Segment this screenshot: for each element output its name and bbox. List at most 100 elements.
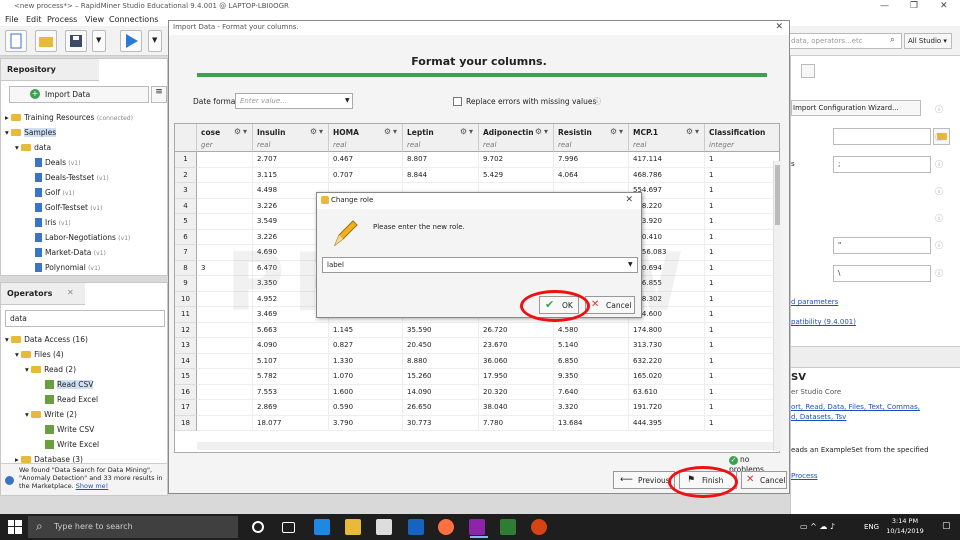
column-header-mcp1[interactable]: MCP.1 real ⚙▾ [629, 124, 705, 152]
tree-item-write[interactable]: ▾ Write (2) [25, 410, 77, 419]
operators-tab[interactable]: Operators ✕ [1, 283, 85, 305]
edge-icon[interactable] [314, 519, 330, 535]
info-icon[interactable]: ⓘ [935, 104, 943, 115]
maximize-button[interactable]: ❐ [910, 1, 918, 11]
column-header-glucose[interactable]: cose ger ⚙▾ [197, 124, 253, 152]
advanced-parameters-link[interactable]: d parameters [791, 298, 838, 306]
close-icon[interactable]: ✕ [775, 22, 783, 32]
tree-item-deals-testset[interactable]: Deals-Testset (v1) [35, 173, 109, 182]
help-tags[interactable]: ort, Read, Data, Files, Text, Commas, d,… [791, 402, 921, 422]
repository-menu-icon[interactable]: ≡ [151, 86, 167, 103]
store-icon[interactable] [376, 519, 392, 535]
task-view-icon[interactable] [282, 522, 295, 533]
escape-character-field[interactable]: \ [833, 265, 931, 282]
date-format-input[interactable]: Enter value... [235, 93, 353, 109]
info-icon[interactable]: ⓘ [935, 159, 943, 170]
info-icon[interactable]: ⓘ [593, 96, 601, 107]
open-button[interactable] [35, 30, 57, 52]
cortana-icon[interactable] [252, 521, 264, 533]
panel-tab-handle[interactable] [801, 64, 815, 78]
tree-item-iris[interactable]: Iris (v1) [35, 218, 71, 227]
menu-view[interactable]: View [85, 15, 104, 24]
chevron-down-icon[interactable]: ▼ [628, 261, 633, 268]
all-studio-dropdown[interactable]: All Studio ▾ [904, 33, 952, 49]
column-menu-icons[interactable]: ⚙▾ [535, 127, 550, 136]
tree-item-read-excel[interactable]: Read Excel [45, 395, 98, 404]
info-icon[interactable]: ⓘ [935, 186, 943, 197]
vertical-scrollbar[interactable] [773, 161, 781, 451]
tree-item-write-excel[interactable]: Write Excel [45, 440, 99, 449]
notification-icon[interactable]: ▢ [942, 521, 951, 531]
replace-errors-checkbox[interactable] [453, 97, 462, 106]
windows-start-icon[interactable] [8, 520, 22, 534]
save-button[interactable] [65, 30, 87, 52]
column-menu-icons[interactable]: ⚙▾ [234, 127, 249, 136]
tree-item-samples[interactable]: ▾ Samples [5, 128, 57, 137]
taskbar-clock[interactable]: 3:14 PM 10/14/2019 [880, 516, 930, 536]
run-dropdown[interactable]: ▼ [148, 30, 162, 52]
column-menu-icons[interactable]: ⚙▾ [686, 127, 701, 136]
save-dropdown[interactable]: ▼ [92, 30, 106, 52]
menu-file[interactable]: File [5, 15, 18, 24]
csv-file-field[interactable] [833, 128, 931, 145]
tree-item-market-data[interactable]: Market-Data (v1) [35, 248, 106, 257]
close-icon[interactable]: ✕ [625, 195, 633, 205]
role-input[interactable]: label [322, 257, 638, 273]
tree-item-polynomial[interactable]: Polynomial (v1) [35, 263, 100, 272]
show-me-link[interactable]: Show me! [76, 482, 109, 490]
column-header-homa[interactable]: HOMA real ⚙▾ [329, 124, 403, 152]
taskbar-search-input[interactable]: Type here to search [28, 516, 238, 538]
tree-item-labor-negotiations[interactable]: Labor-Negotiations (v1) [35, 233, 130, 242]
column-menu-icons[interactable]: ⚙▾ [310, 127, 325, 136]
cancel-button[interactable]: ✕ Cancel [741, 471, 787, 489]
cancel-role-button[interactable]: ✕ Cancel [585, 296, 635, 314]
tree-item-files[interactable]: ▾ Files (4) [15, 350, 64, 359]
search-icon[interactable]: ⌕ [890, 35, 895, 45]
close-icon[interactable]: ✕ [67, 288, 74, 297]
menu-connections[interactable]: Connections [109, 15, 158, 24]
column-menu-icons[interactable]: ⚙▾ [384, 127, 399, 136]
import-configuration-wizard-button[interactable]: Import Configuration Wizard... [791, 100, 921, 116]
powerpoint-icon[interactable] [531, 519, 547, 535]
import-data-button[interactable]: + Import Data [9, 86, 149, 103]
column-header-insulin[interactable]: Insulin real ⚙▾ [253, 124, 329, 152]
tree-item-golf[interactable]: Golf (v1) [35, 188, 75, 197]
column-header-adiponectin[interactable]: Adiponectin real ⚙▾ [479, 124, 554, 152]
tree-item-golf-testset[interactable]: Golf-Testset (v1) [35, 203, 102, 212]
quote-character-field[interactable]: " [833, 237, 931, 254]
run-button[interactable] [120, 30, 142, 52]
column-separators-field[interactable]: ; [833, 156, 931, 173]
minimize-button[interactable]: — [880, 1, 889, 11]
info-icon[interactable]: ⓘ [935, 240, 943, 251]
column-header-classification[interactable]: Classification integer [705, 124, 779, 152]
chevron-down-icon[interactable]: ▼ [345, 97, 350, 104]
menu-process[interactable]: Process [47, 15, 77, 24]
info-icon[interactable]: ⓘ [935, 132, 943, 143]
firefox-icon[interactable] [438, 519, 454, 535]
tree-item-deals[interactable]: Deals (v1) [35, 158, 80, 167]
app-icon[interactable] [469, 519, 485, 535]
mail-icon[interactable] [408, 519, 424, 535]
info-icon[interactable]: ⓘ [935, 213, 943, 224]
tree-item-data[interactable]: ▾ data [15, 143, 51, 152]
tree-item-training-resources[interactable]: ▸ Training Resources (connected) [5, 113, 133, 122]
new-process-button[interactable] [5, 30, 27, 52]
jump-to-process-link[interactable]: Process [791, 472, 818, 480]
compatibility-link[interactable]: patibility (9.4.001) [791, 318, 856, 326]
column-header-resistin[interactable]: Resistin real ⚙▾ [554, 124, 629, 152]
column-menu-icons[interactable]: ⚙▾ [610, 127, 625, 136]
column-header-leptin[interactable]: Leptin real ⚙▾ [403, 124, 479, 152]
repository-tab[interactable]: Repository [1, 59, 99, 81]
excel-icon[interactable] [500, 519, 516, 535]
tree-item-read-csv[interactable]: Read CSV [45, 380, 94, 389]
file-explorer-icon[interactable] [345, 519, 361, 535]
menu-edit[interactable]: Edit [26, 15, 42, 24]
tree-item-read[interactable]: ▾ Read (2) [25, 365, 76, 374]
horizontal-scrollbar[interactable] [197, 442, 773, 450]
tree-item-data-access[interactable]: ▾ Data Access (16) [5, 335, 88, 344]
tree-item-write-csv[interactable]: Write CSV [45, 425, 94, 434]
language-indicator[interactable]: ENG [864, 523, 879, 531]
global-search-input[interactable]: data, operators...etc [786, 33, 902, 49]
close-window-button[interactable]: ✕ [940, 1, 948, 11]
info-icon[interactable]: ⓘ [935, 268, 943, 279]
